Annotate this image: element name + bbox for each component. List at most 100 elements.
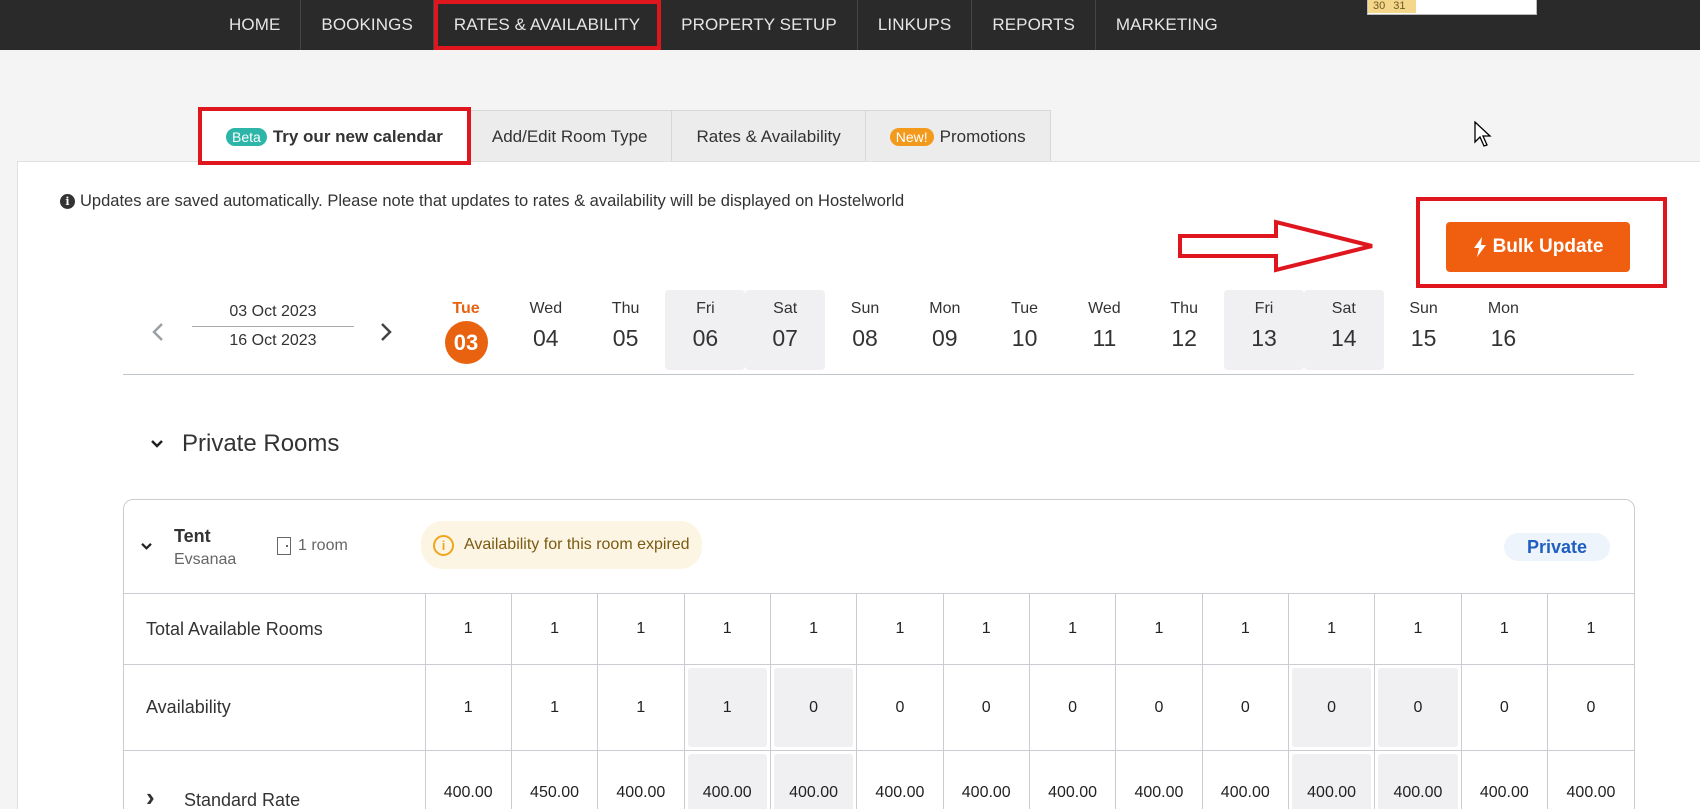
tab-new-calendar[interactable]: Beta Try our new calendar: [198, 107, 471, 165]
cell-value: 1: [1499, 620, 1509, 637]
grid-cell[interactable]: 400.00: [769, 750, 857, 809]
nav-item-bookings[interactable]: BOOKINGS: [301, 0, 434, 50]
grid-cell[interactable]: 1: [1374, 593, 1462, 665]
day-header: Tue 10: [985, 290, 1065, 370]
grid-cell[interactable]: 0: [856, 664, 944, 751]
day-number: 04: [533, 325, 559, 351]
grid-cell[interactable]: 1: [1546, 593, 1634, 665]
tab-label: Try our new calendar: [272, 126, 443, 146]
grid-cell[interactable]: 400.00: [1201, 750, 1289, 809]
grid-cell[interactable]: 400.00: [1546, 750, 1634, 809]
cell-value: 0: [1240, 698, 1250, 716]
cell-value: 1: [1327, 620, 1337, 637]
grid-cell[interactable]: 1: [1028, 593, 1116, 665]
grid-cell[interactable]: 0: [942, 664, 1030, 751]
grid-cell[interactable]: 0: [1201, 664, 1289, 751]
day-header: Mon 16: [1463, 290, 1543, 370]
day-header: Sun 15: [1384, 290, 1464, 370]
grid-cell[interactable]: 0: [1028, 664, 1116, 751]
room-card-header: Tent Evsanaa 1 room i Availability for t…: [124, 500, 1634, 593]
grid-cell[interactable]: 1: [942, 593, 1030, 665]
grid-cell[interactable]: 400.00: [1374, 750, 1462, 809]
previous-range-button[interactable]: [152, 318, 164, 349]
grid-cell[interactable]: 1: [597, 664, 685, 751]
bulk-update-label: Bulk Update: [1492, 236, 1604, 257]
cell-value: 400.00: [443, 784, 493, 801]
grid-cell[interactable]: 0: [1546, 664, 1634, 751]
nav-item-linkups[interactable]: LINKUPS: [858, 0, 973, 50]
grid-cell[interactable]: 1: [769, 593, 857, 665]
day-name: Mon: [929, 300, 961, 317]
grid-cell[interactable]: 1: [424, 664, 512, 751]
row-label[interactable]: › Standard Rate: [124, 750, 425, 809]
grid-cell[interactable]: 1: [510, 593, 598, 665]
grid-cell[interactable]: 1: [424, 593, 512, 665]
room-collapse-toggle[interactable]: [140, 538, 153, 554]
new-badge: New!: [889, 127, 934, 146]
nav-item-marketing[interactable]: MARKETING: [1096, 0, 1238, 50]
section-private-rooms[interactable]: Private Rooms: [150, 430, 339, 458]
day-number: 14: [1331, 325, 1357, 351]
date-range[interactable]: 03 Oct 2023 16 Oct 2023: [192, 303, 354, 350]
grid-cell[interactable]: 1: [683, 664, 771, 751]
mini-calendar-day[interactable]: 31: [1393, 0, 1405, 13]
grid-cell[interactable]: 400.00: [424, 750, 512, 809]
grid-cell[interactable]: 400.00: [597, 750, 685, 809]
room-card: Tent Evsanaa 1 room i Availability for t…: [123, 499, 1635, 809]
door-icon: [277, 537, 291, 555]
cell-value: 1: [550, 620, 559, 637]
cell-value: 1: [895, 620, 905, 637]
chevron-down-icon: [141, 543, 152, 550]
bulk-update-button[interactable]: Bulk Update: [1446, 222, 1630, 272]
grid-cell[interactable]: 400.00: [856, 750, 944, 809]
nav-list: HOME BOOKINGS RATES & AVAILABILITY PROPERTY…: [209, 0, 1238, 50]
grid-cell[interactable]: 1: [1115, 593, 1203, 665]
grid-cell[interactable]: 1: [856, 593, 944, 665]
chevron-right-icon[interactable]: ›: [146, 782, 184, 809]
day-number: 15: [1410, 325, 1437, 351]
grid-cell[interactable]: 1: [1287, 593, 1375, 665]
grid-cell[interactable]: 1: [597, 593, 685, 665]
grid-cell[interactable]: 0: [1374, 664, 1462, 751]
next-range-button[interactable]: [380, 318, 392, 349]
nav-item-property-setup[interactable]: PROPERTY SETUP: [661, 0, 858, 50]
tab-rates-availability[interactable]: Rates & Availability: [671, 110, 866, 162]
grid-cell[interactable]: 400.00: [1287, 750, 1375, 809]
grid-cell[interactable]: 400.00: [683, 750, 771, 809]
grid-cell[interactable]: 1: [683, 593, 771, 665]
day-header: Mon 09: [905, 290, 985, 370]
grid-cell[interactable]: 0: [1460, 664, 1548, 751]
grid-cell[interactable]: 1: [1460, 593, 1548, 665]
nav-item-home[interactable]: HOME: [209, 0, 302, 50]
cell-value: 1: [1154, 620, 1164, 637]
table-row: Availability 1 1 1 1 0 0 0 0 0 0 0 0 0 0: [124, 664, 1634, 751]
grid-cell[interactable]: 400.00: [942, 750, 1030, 809]
cell-value: 400.00: [702, 784, 752, 801]
cell-value: 0: [1068, 698, 1078, 716]
nav-item-reports[interactable]: REPORTS: [972, 0, 1096, 50]
day-header: Sat 14: [1303, 290, 1384, 370]
tab-add-edit-room-type[interactable]: Add/Edit Room Type: [466, 110, 673, 162]
grid-cell[interactable]: 450.00: [510, 750, 598, 809]
day-header: Thu 12: [1144, 290, 1224, 370]
nav-item-rates-availability[interactable]: RATES & AVAILABILITY: [433, 0, 662, 50]
day-name: Tue: [452, 300, 480, 317]
cell-value: 0: [1327, 698, 1337, 716]
grid-cell[interactable]: 0: [1287, 664, 1375, 751]
range-to: 16 Oct 2023: [229, 332, 317, 349]
day-header: Sat 07: [745, 290, 826, 370]
grid-cell[interactable]: 0: [1115, 664, 1203, 751]
mini-calendar-day[interactable]: 30: [1373, 0, 1385, 13]
grid-cell[interactable]: 400.00: [1460, 750, 1548, 809]
grid-cell[interactable]: 400.00: [1115, 750, 1203, 809]
cell-value: 1: [636, 698, 646, 716]
table-row: Total Available Rooms 1 1 1 1 1 1 1 1 1 1 1 1 1 1: [124, 593, 1634, 665]
mini-calendar[interactable]: 30 31: [1367, 0, 1537, 15]
room-name: Tent: [174, 526, 211, 546]
grid-cell[interactable]: 1: [510, 664, 598, 751]
grid-cell[interactable]: 400.00: [1028, 750, 1116, 809]
grid-cell[interactable]: 0: [769, 664, 857, 751]
grid-cell[interactable]: 1: [1201, 593, 1289, 665]
tab-promotions[interactable]: New! Promotions: [864, 110, 1051, 162]
cell-value: 400.00: [616, 784, 666, 801]
